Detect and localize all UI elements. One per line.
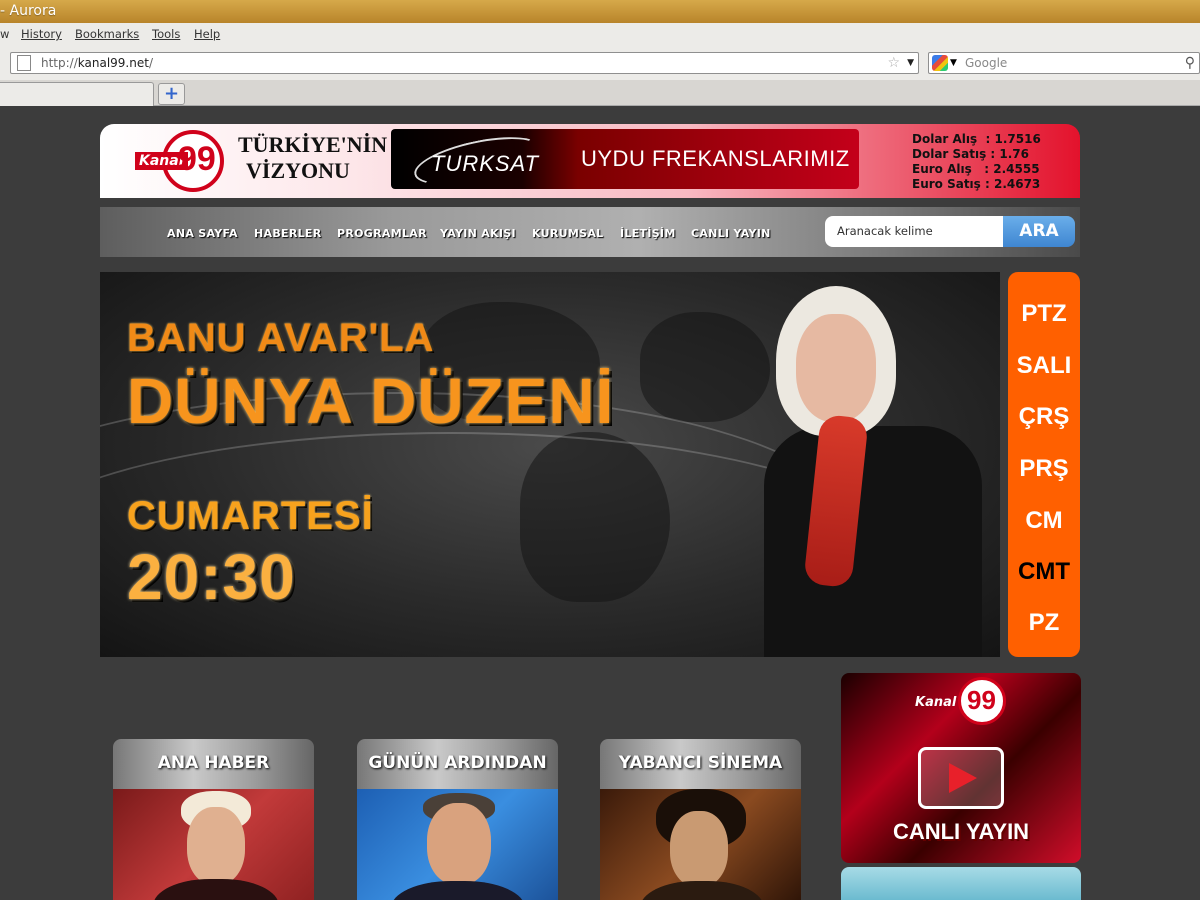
- menu-bookmarks[interactable]: Bookmarks: [75, 23, 139, 45]
- menu-help[interactable]: Help: [194, 23, 220, 45]
- card-header: YABANCI SİNEMA: [600, 739, 801, 789]
- presenter-photo: [760, 286, 985, 657]
- card-title: YABANCI SİNEMA: [618, 753, 783, 773]
- program-card-gunun-ardindan[interactable]: GÜNÜN ARDINDAN: [357, 739, 558, 900]
- day-tab-cmt[interactable]: CMT: [1008, 558, 1080, 586]
- hero-day: CUMARTESİ: [127, 494, 374, 538]
- nav-canli-yayin[interactable]: CANLI YAYIN: [691, 227, 771, 240]
- anchor-face: [187, 807, 245, 885]
- day-tab-crs[interactable]: ÇRŞ: [1008, 403, 1080, 431]
- nav-yayin-akisi[interactable]: YAYIN AKIŞI: [440, 227, 516, 240]
- card-thumbnail: [357, 789, 558, 900]
- play-button[interactable]: [918, 747, 1004, 809]
- presenter-face: [796, 314, 876, 422]
- navigation-toolbar: http://kanal99.net/ ☆ ▼ ▼ Google ⚲: [0, 46, 1200, 80]
- menu-help-label: Help: [194, 27, 221, 41]
- rate-euro-buy: Euro Alış : 2.4555: [912, 162, 1040, 176]
- rate-dollar-buy: Dolar Alış : 1.7516: [912, 132, 1041, 146]
- site-header: Kanal 99 TÜRKİYE'NİN VİZYONU TURKSAT UYD…: [100, 124, 1080, 198]
- url-host: kanal99.net: [77, 56, 149, 70]
- live-stream-box[interactable]: Kanal 99 CANLI YAYIN: [841, 673, 1081, 863]
- menu-view[interactable]: w: [0, 23, 9, 45]
- secondary-promo-box[interactable]: [841, 867, 1081, 900]
- nav-haberler[interactable]: HABERLER: [254, 227, 321, 240]
- url-dropdown-icon[interactable]: ▼: [907, 53, 914, 73]
- turksat-frequencies-text: UYDU FREKANSLARIMIZ: [581, 146, 850, 171]
- site-search-input[interactable]: Aranacak kelime: [825, 216, 1003, 247]
- anchor-shoulders: [153, 879, 279, 900]
- card-title: GÜNÜN ARDINDAN: [368, 753, 547, 773]
- menu-bar: w History Bookmarks Tools Help: [0, 23, 1200, 46]
- day-tab-sali[interactable]: SALI: [1008, 352, 1080, 380]
- window-title-bar: - Aurora: [0, 0, 1200, 23]
- card-title: ANA HABER: [157, 753, 270, 773]
- google-icon[interactable]: [932, 55, 948, 71]
- page-icon: [17, 55, 31, 71]
- day-tab-cm[interactable]: CM: [1008, 507, 1080, 535]
- rate-euro-sell: Euro Satış : 2.4673: [912, 177, 1041, 191]
- day-tab-pz[interactable]: PZ: [1008, 609, 1080, 637]
- turksat-logo: TURKSAT: [431, 151, 540, 176]
- url-bar[interactable]: http://kanal99.net/ ☆ ▼: [10, 52, 919, 74]
- menu-bookmarks-label: Bookmarks: [75, 27, 140, 41]
- nav-kurumsal[interactable]: KURUMSAL: [532, 227, 603, 240]
- hero-show-title: DÜNYA DÜZENİ: [127, 365, 615, 437]
- hero-time: 20:30: [127, 541, 296, 613]
- program-card-ana-haber[interactable]: ANA HABER: [113, 739, 314, 900]
- search-button[interactable]: ARA: [1003, 216, 1075, 247]
- menu-tools[interactable]: Tools: [152, 23, 180, 45]
- menu-history-label: History: [21, 27, 62, 41]
- url-suffix: /: [148, 56, 153, 70]
- schedule-day-tabs: PTZ SALI ÇRŞ PRŞ CM CMT PZ: [1008, 272, 1080, 657]
- url-text[interactable]: http://kanal99.net/: [41, 53, 153, 73]
- card-header: GÜNÜN ARDINDAN: [357, 739, 558, 789]
- anchor-shoulders: [391, 881, 525, 900]
- main-navigation: ANA SAYFA HABERLER PROGRAMLAR YAYIN AKIŞ…: [100, 207, 1080, 257]
- hero-host-title: BANU AVAR'LA: [127, 316, 435, 360]
- turksat-banner[interactable]: TURKSAT UYDU FREKANSLARIMIZ: [391, 129, 859, 189]
- presenter-body: [764, 426, 982, 657]
- new-tab-icon[interactable]: +: [158, 83, 185, 105]
- rate-dollar-sell: Dolar Satış : 1.76: [912, 147, 1030, 161]
- nav-ana-sayfa[interactable]: ANA SAYFA: [167, 227, 238, 240]
- logo-number: 99: [178, 140, 216, 178]
- window-title: - Aurora: [0, 3, 57, 19]
- card-header: ANA HABER: [113, 739, 314, 789]
- menu-history[interactable]: History: [21, 23, 62, 45]
- anchor-face: [427, 803, 491, 885]
- exchange-rates: Dolar Alış : 1.7516 Dolar Satış : 1.76 E…: [912, 132, 1041, 192]
- actor-shoulders: [640, 881, 764, 900]
- nav-programlar[interactable]: PROGRAMLAR: [337, 227, 427, 240]
- search-icon[interactable]: ⚲: [1185, 53, 1195, 73]
- search-engine-dropdown-icon[interactable]: ▼: [950, 53, 957, 73]
- menu-tools-label: Tools: [152, 27, 181, 41]
- actor-face: [670, 811, 728, 887]
- live-logo-kanal: Kanal: [915, 695, 957, 710]
- search-placeholder: Google: [965, 56, 1008, 70]
- tab-bar: +: [0, 80, 1200, 106]
- live-logo-number: 99: [967, 685, 996, 715]
- hero-banner[interactable]: BANU AVAR'LA DÜNYA DÜZENİ CUMARTESİ 20:3…: [100, 272, 1000, 657]
- live-label: CANLI YAYIN: [892, 819, 1030, 844]
- play-icon: [949, 763, 977, 793]
- slogan: TÜRKİYE'NİN VİZYONU: [238, 132, 388, 183]
- bookmark-star-icon[interactable]: ☆: [887, 53, 900, 73]
- card-thumbnail: [113, 789, 314, 900]
- program-card-yabanci-sinema[interactable]: YABANCI SİNEMA: [600, 739, 801, 900]
- day-tab-ptz[interactable]: PTZ: [1008, 300, 1080, 328]
- nav-iletisim[interactable]: İLETİŞİM: [620, 227, 676, 240]
- browser-tab[interactable]: [0, 82, 154, 106]
- card-thumbnail: [600, 789, 801, 900]
- day-tab-prs[interactable]: PRŞ: [1008, 455, 1080, 483]
- search-bar[interactable]: ▼ Google ⚲: [928, 52, 1200, 74]
- map-continent-shape: [640, 312, 770, 422]
- url-prefix: http://: [41, 56, 78, 70]
